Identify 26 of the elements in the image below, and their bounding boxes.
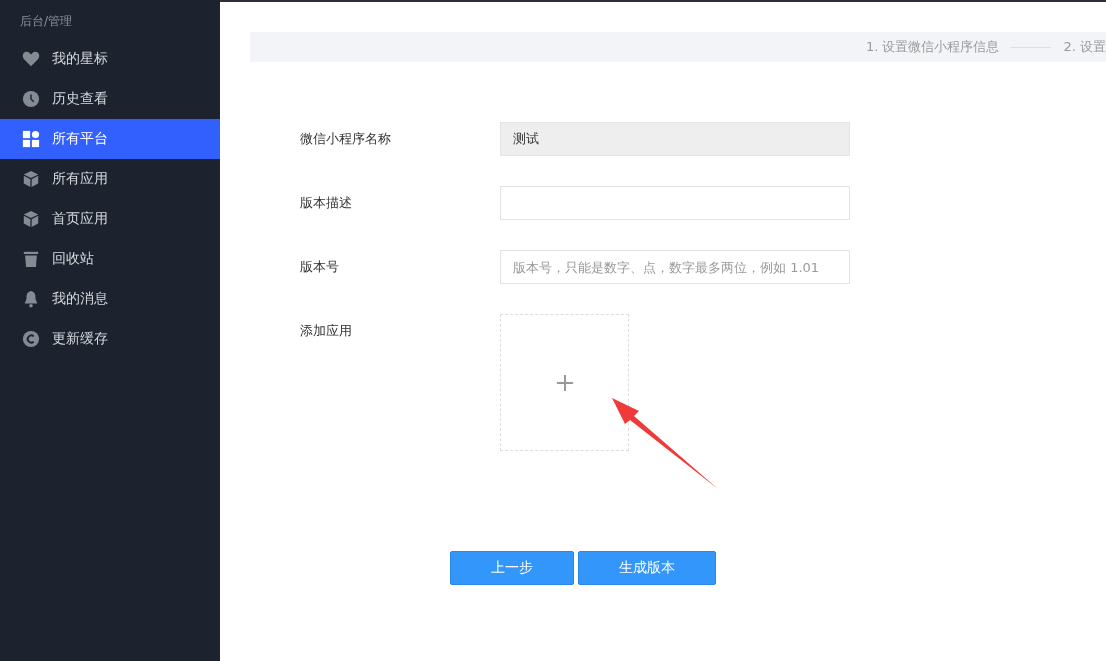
sidebar-item[interactable]: 所有应用 (0, 159, 220, 199)
refresh-icon (22, 330, 40, 348)
step-label: 2. 设置 (1063, 38, 1106, 56)
breadcrumb: 后台/管理 (19, 13, 74, 30)
sidebar-item[interactable]: 我的星标 (0, 39, 220, 79)
field-label: 版本描述 (300, 194, 353, 212)
bell-icon (22, 290, 40, 308)
plus-icon (555, 373, 574, 392)
trash-icon (22, 250, 40, 268)
field-label: 版本号 (300, 258, 340, 276)
input-field[interactable]: 版本号，只能是数字、点，数字最多两位，例如 1.01 (500, 250, 850, 284)
sidebar-item[interactable]: 首页应用 (0, 199, 220, 239)
grid-icon (22, 130, 40, 148)
heart-icon (22, 50, 40, 68)
sidebar-item[interactable]: 所有平台 (0, 119, 220, 159)
cube-icon (22, 170, 40, 188)
step-label: 1. 设置微信小程序信息 (865, 38, 1000, 56)
sidebar-item[interactable]: 我的消息 (0, 279, 220, 319)
input-field[interactable] (500, 186, 850, 220)
sidebar-item[interactable]: 回收站 (0, 239, 220, 279)
field-label: 添加应用 (300, 322, 353, 340)
sidebar-item[interactable]: 更新缓存 (0, 319, 220, 359)
clock-icon (22, 90, 40, 108)
sidebar-item[interactable]: 历史查看 (0, 79, 220, 119)
cube-icon (22, 210, 40, 228)
field-label: 微信小程序名称 (300, 130, 392, 148)
